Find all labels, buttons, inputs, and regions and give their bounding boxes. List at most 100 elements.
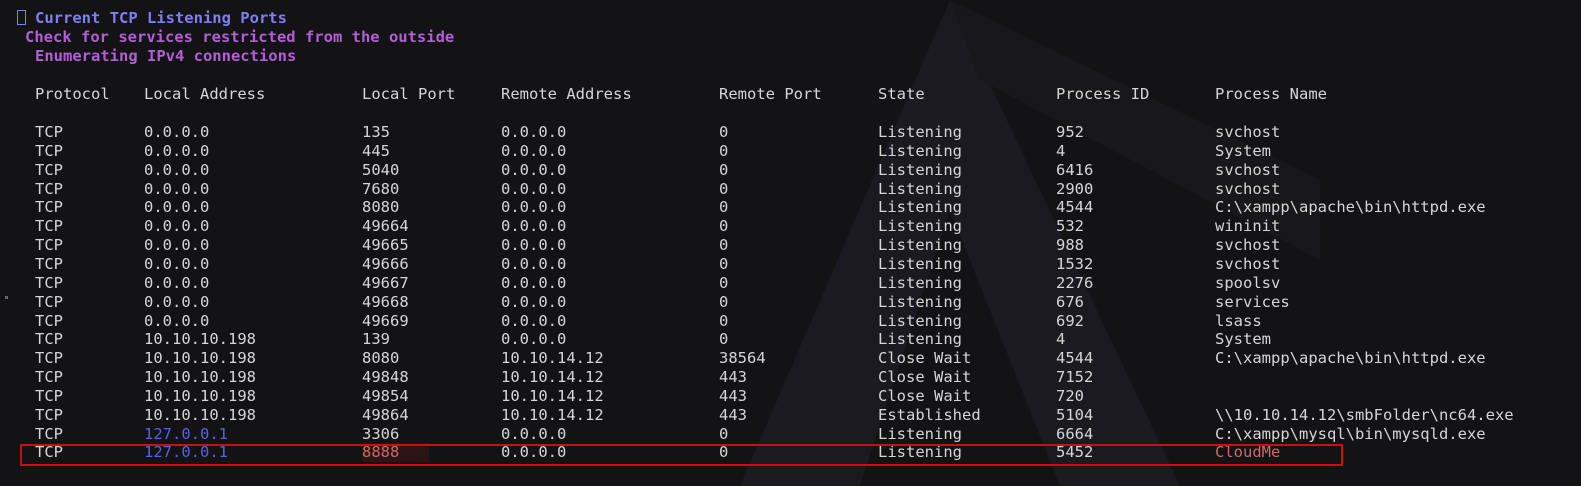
cell-local-address: 127.0.0.1 [144, 424, 228, 443]
cell-process-name: services [1215, 292, 1290, 311]
cell-process-name: \\10.10.14.12\smbFolder\nc64.exe [1215, 405, 1514, 424]
cell-local-address: 0.0.0.0 [144, 198, 210, 217]
cell-remote-port: 0 [719, 311, 729, 330]
cell-process-id: 988 [1056, 236, 1084, 255]
cell-remote-address: 0.0.0.0 [501, 292, 567, 311]
cell-process-name: System [1215, 330, 1271, 349]
cell-local-port: 49664 [362, 217, 409, 236]
cell-local-address: 0.0.0.0 [144, 123, 210, 141]
cell-state: Listening [878, 198, 962, 217]
table-row: TCP 0.0.0.0 49666 0.0.0.0 0 Listening 1532 svch… [0, 255, 1581, 274]
cell-protocol: TCP [35, 160, 63, 179]
table-row: TCP 0.0.0.0 5040 0.0.0.0 0 Listening 6416 svcho… [0, 161, 1581, 180]
cell-local-port: 3306 [362, 424, 400, 443]
cell-local-address: 127.0.0.1 [144, 443, 228, 462]
cell-remote-port: 0 [719, 123, 729, 141]
table-row: TCP 127.0.0.1 8888 0.0.0.0 0 Listening 5452 Clo… [0, 443, 1581, 463]
cell-protocol: TCP [35, 292, 63, 311]
cell-process-name: svchost [1215, 123, 1281, 141]
cell-process-id: 952 [1056, 123, 1084, 141]
cell-protocol: TCP [35, 273, 63, 292]
cell-process-name: spoolsv [1215, 273, 1281, 292]
cell-local-port: 7680 [362, 179, 400, 198]
cell-protocol: TCP [35, 368, 63, 387]
cell-protocol: TCP [35, 443, 63, 462]
cell-state: Listening [878, 443, 962, 462]
cell-state: Close Wait [878, 349, 972, 368]
cell-local-port: 49667 [362, 273, 409, 292]
cell-remote-port: 0 [719, 292, 729, 311]
table-row: TCP 0.0.0.0 49668 0.0.0.0 0 Listening 676 servi… [0, 293, 1581, 312]
table-row: TCP 0.0.0.0 135 0.0.0.0 0 Listening 952 svchost [0, 123, 1581, 142]
cell-local-address: 0.0.0.0 [144, 292, 210, 311]
cell-remote-address: 0.0.0.0 [501, 424, 567, 443]
cell-local-address: 10.10.10.198 [144, 405, 256, 424]
cell-remote-port: 0 [719, 217, 729, 236]
cell-protocol: TCP [35, 349, 63, 368]
cell-remote-address: 0.0.0.0 [501, 273, 567, 292]
cell-local-port: 49668 [362, 292, 409, 311]
cell-remote-address: 0.0.0.0 [501, 311, 567, 330]
cell-remote-port: 0 [719, 254, 729, 273]
cell-local-port: 49864 [362, 405, 409, 424]
cell-process-id: 4 [1056, 141, 1066, 160]
cell-local-address: 0.0.0.0 [144, 236, 210, 255]
cell-process-id: 6416 [1056, 160, 1094, 179]
cell-process-id: 1532 [1056, 254, 1094, 273]
cell-remote-address: 10.10.14.12 [501, 386, 604, 405]
cell-state: Listening [878, 123, 962, 141]
cell-protocol: TCP [35, 311, 63, 330]
cell-state: Listening [878, 311, 962, 330]
subsection-title: Enumerating IPv4 connections [35, 47, 297, 65]
cell-local-address: 0.0.0.0 [144, 179, 210, 198]
header-process-name: Process Name [1215, 85, 1327, 103]
cell-protocol: TCP [35, 179, 63, 198]
cell-remote-port: 443 [719, 405, 747, 424]
cell-process-id: 676 [1056, 292, 1084, 311]
cell-remote-address: 10.10.14.12 [501, 368, 604, 387]
table-row: TCP 10.10.10.198 49848 10.10.14.12 443 Close … [0, 368, 1581, 387]
cell-local-address: 0.0.0.0 [144, 217, 210, 236]
cell-local-address: 10.10.10.198 [144, 386, 256, 405]
cell-state: Listening [878, 141, 962, 160]
cell-process-name: svchost [1215, 254, 1281, 273]
cell-local-port: 8080 [362, 198, 400, 217]
cell-remote-address: 0.0.0.0 [501, 330, 567, 349]
cell-local-address: 0.0.0.0 [144, 254, 210, 273]
table-row: TCP 0.0.0.0 49667 0.0.0.0 0 Listening 2276 spoo… [0, 274, 1581, 293]
cell-local-port: 135 [362, 123, 390, 141]
table-row: TCP 10.10.10.198 139 0.0.0.0 0 Listening 4 Syst… [0, 330, 1581, 349]
cell-protocol: TCP [35, 405, 63, 424]
cell-local-port: 8888 [362, 443, 430, 463]
cell-protocol: TCP [35, 424, 63, 443]
cell-local-port: 49665 [362, 236, 409, 255]
table-header: Protocol Local Address Local Port Remote… [0, 85, 1581, 104]
cell-remote-port: 0 [719, 141, 729, 160]
cell-remote-address: 0.0.0.0 [501, 123, 567, 141]
cell-remote-port: 38564 [719, 349, 766, 368]
cell-protocol: TCP [35, 198, 63, 217]
cell-state: Listening [878, 179, 962, 198]
section-title-text: Current TCP Listening Ports [35, 9, 287, 27]
header-remote-address: Remote Address [501, 85, 632, 103]
cell-remote-port: 0 [719, 273, 729, 292]
cell-local-address: 0.0.0.0 [144, 311, 210, 330]
cell-protocol: TCP [35, 217, 63, 236]
table-row: TCP 0.0.0.0 49665 0.0.0.0 0 Listening 988 svcho… [0, 236, 1581, 255]
cell-remote-port: 0 [719, 236, 729, 255]
cell-state: Close Wait [878, 368, 972, 387]
header-protocol: Protocol [35, 85, 110, 103]
cell-process-id: 2276 [1056, 273, 1094, 292]
cell-process-name: svchost [1215, 160, 1281, 179]
table-row: TCP 10.10.10.198 49854 10.10.14.12 443 Close … [0, 387, 1581, 406]
cell-state: Listening [878, 292, 962, 311]
cell-state: Listening [878, 273, 962, 292]
cell-local-address: 0.0.0.0 [144, 141, 210, 160]
cell-process-name: System [1215, 141, 1271, 160]
cell-state: Listening [878, 236, 962, 255]
table-row: TCP 127.0.0.1 3306 0.0.0.0 0 Listening 6664 C:\… [0, 425, 1581, 444]
cell-local-address: 10.10.10.198 [144, 368, 256, 387]
cell-remote-port: 0 [719, 160, 729, 179]
cell-remote-address: 0.0.0.0 [501, 198, 567, 217]
cell-local-port: 49669 [362, 311, 409, 330]
